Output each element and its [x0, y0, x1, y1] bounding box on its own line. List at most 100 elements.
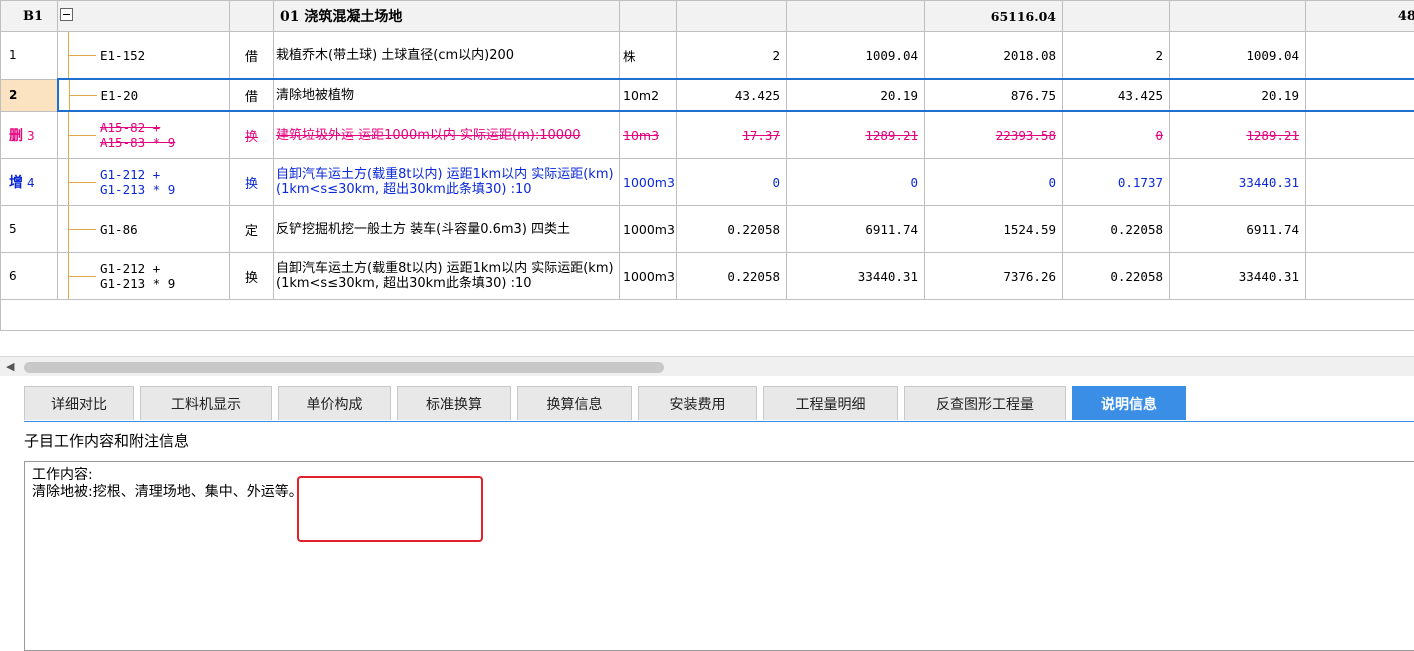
- code-text: E1-20: [101, 88, 139, 103]
- row-name[interactable]: 栽植乔木(带土球) 土球直径(cm以内)200: [274, 32, 620, 80]
- row-type[interactable]: 借: [230, 32, 274, 80]
- tab-4[interactable]: 标准换算: [397, 386, 511, 420]
- row-tail[interactable]: 8: [1306, 79, 1414, 111]
- tab-7[interactable]: 工程量明细: [763, 386, 898, 420]
- row-index[interactable]: 1: [1, 32, 58, 80]
- row-index[interactable]: 2: [1, 79, 58, 111]
- row-code[interactable]: G1-212 +G1-213 * 9: [58, 159, 230, 206]
- row-price[interactable]: 1009.04: [787, 32, 925, 80]
- row-qty[interactable]: 43.425: [677, 79, 787, 111]
- row-unit[interactable]: 1000m3: [620, 159, 677, 206]
- scroll-left-icon[interactable]: ◀: [6, 360, 14, 373]
- collapse-icon[interactable]: [60, 8, 73, 21]
- row-qty[interactable]: 0.22058: [677, 206, 787, 253]
- row-price[interactable]: 33440.31: [787, 253, 925, 300]
- group-name: 01 浇筑混凝土场地: [274, 1, 620, 32]
- info-textbox[interactable]: 工作内容: 清除地被:挖根、清理场地、集中、外运等。: [24, 461, 1414, 651]
- row-code[interactable]: E1-20: [58, 79, 230, 111]
- row-type[interactable]: 换: [230, 253, 274, 300]
- row-name[interactable]: 自卸汽车运土方(载重8t以内) 运距1km以内 实际运距(km) (1km<s≤…: [274, 159, 620, 206]
- row-price2[interactable]: 6911.74: [1170, 206, 1306, 253]
- row-tail[interactable]: 73: [1306, 253, 1414, 300]
- row-type[interactable]: 定: [230, 206, 274, 253]
- row-total[interactable]: 2018.08: [925, 32, 1063, 80]
- row-total[interactable]: 7376.26: [925, 253, 1063, 300]
- row-price2[interactable]: 1009.04: [1170, 32, 1306, 80]
- row-unit[interactable]: 10m2: [620, 79, 677, 111]
- row-tail[interactable]: 58: [1306, 159, 1414, 206]
- row-unit[interactable]: 10m3: [620, 111, 677, 159]
- table-row[interactable]: 删3A15-82 +A15-83 * 9换建筑垃圾外运 运距1000m以内 实际…: [1, 111, 1414, 159]
- row-name[interactable]: 清除地被植物: [274, 79, 620, 111]
- table-row[interactable]: 增4 G1-212 +G1-213 * 9 换自卸汽车运土方(载重8t以内) 运距1…: [1, 159, 1414, 206]
- row-qty[interactable]: 2: [677, 32, 787, 80]
- row-total[interactable]: 1524.59: [925, 206, 1063, 253]
- row-index[interactable]: 增4: [1, 159, 58, 206]
- row-tail[interactable]: 15: [1306, 206, 1414, 253]
- table-row[interactable]: 1E1-152借栽植乔木(带土球) 土球直径(cm以内)200株21009.04…: [1, 32, 1414, 80]
- row-qty2[interactable]: 0.22058: [1063, 206, 1170, 253]
- tree-line: [58, 32, 100, 78]
- tab-9[interactable]: 说明信息: [1072, 386, 1186, 420]
- row-type[interactable]: 换: [230, 111, 274, 159]
- row-code[interactable]: E1-152: [58, 32, 230, 80]
- highlight-annotation: [297, 476, 483, 542]
- row-unit[interactable]: 株: [620, 32, 677, 80]
- code-text: G1-86: [100, 222, 138, 237]
- row-name[interactable]: 自卸汽车运土方(载重8t以内) 运距1km以内 实际运距(km) (1km<s≤…: [274, 253, 620, 300]
- tab-underline: [24, 421, 1414, 422]
- row-unit[interactable]: 1000m3: [620, 253, 677, 300]
- row-qty2[interactable]: 0.1737: [1063, 159, 1170, 206]
- row-total[interactable]: 0: [925, 159, 1063, 206]
- collapse-cell[interactable]: [58, 1, 230, 32]
- row-name[interactable]: 建筑垃圾外运 运距1000m以内 实际运距(m):10000: [274, 111, 620, 159]
- row-index[interactable]: 删3: [1, 111, 58, 159]
- row-mark: 增: [9, 175, 23, 191]
- table-row[interactable]: 2E1-20借清除地被植物10m243.42520.19876.7543.425…: [1, 79, 1414, 111]
- row-qty2[interactable]: 0.22058: [1063, 253, 1170, 300]
- code-text: G1-212 +G1-213 * 9: [100, 261, 175, 291]
- row-qty[interactable]: 17.37: [677, 111, 787, 159]
- row-type[interactable]: 借: [230, 79, 274, 111]
- row-index[interactable]: 6: [1, 253, 58, 300]
- row-qty2[interactable]: 2: [1063, 32, 1170, 80]
- table-row[interactable]: 6 G1-212 +G1-213 * 9 换自卸汽车运土方(载重8t以内) 运距1k…: [1, 253, 1414, 300]
- row-code[interactable]: G1-212 +G1-213 * 9: [58, 253, 230, 300]
- tab-2[interactable]: 工料机显示: [140, 386, 272, 420]
- scrollbar-thumb[interactable]: [24, 362, 664, 373]
- row-total[interactable]: 22393.58: [925, 111, 1063, 159]
- row-unit[interactable]: 1000m3: [620, 206, 677, 253]
- row-qty2[interactable]: 43.425: [1063, 79, 1170, 111]
- tab-8[interactable]: 反查图形工程量: [904, 386, 1066, 420]
- row-price2[interactable]: 33440.31: [1170, 253, 1306, 300]
- tab-3[interactable]: 单价构成: [278, 386, 391, 420]
- row-price2[interactable]: 1289.21: [1170, 111, 1306, 159]
- row-code[interactable]: G1-86: [58, 206, 230, 253]
- row-price[interactable]: 1289.21: [787, 111, 925, 159]
- tab-5[interactable]: 换算信息: [517, 386, 632, 420]
- group-header-row[interactable]: B1 01 浇筑混凝土场地 65116.04 4853: [1, 1, 1414, 32]
- row-type[interactable]: 换: [230, 159, 274, 206]
- table-row[interactable]: 5 G1-86 定反铲挖掘机挖一般土方 装车(斗容量0.6m3) 四类土1000m3…: [1, 206, 1414, 253]
- row-price[interactable]: 20.19: [787, 79, 925, 111]
- row-name[interactable]: 反铲挖掘机挖一般土方 装车(斗容量0.6m3) 四类土: [274, 206, 620, 253]
- row-qty[interactable]: 0.22058: [677, 253, 787, 300]
- row-tail[interactable]: [1306, 111, 1414, 159]
- tab-6[interactable]: 安装费用: [638, 386, 757, 420]
- row-price2[interactable]: 20.19: [1170, 79, 1306, 111]
- row-qty[interactable]: 0: [677, 159, 787, 206]
- row-code[interactable]: A15-82 +A15-83 * 9: [58, 111, 230, 159]
- tab-1[interactable]: 详细对比: [24, 386, 134, 420]
- code-text: G1-212 +G1-213 * 9: [100, 167, 175, 197]
- tree-line: [59, 80, 101, 110]
- table-row-partial[interactable]: [1, 300, 1414, 331]
- row-tail[interactable]: 20: [1306, 32, 1414, 80]
- tree-line: [58, 206, 100, 252]
- row-qty2[interactable]: 0: [1063, 111, 1170, 159]
- row-price[interactable]: 6911.74: [787, 206, 925, 253]
- row-price2[interactable]: 33440.31: [1170, 159, 1306, 206]
- row-total[interactable]: 876.75: [925, 79, 1063, 111]
- row-price[interactable]: 0: [787, 159, 925, 206]
- row-index[interactable]: 5: [1, 206, 58, 253]
- horizontal-scrollbar[interactable]: ◀: [0, 356, 1414, 377]
